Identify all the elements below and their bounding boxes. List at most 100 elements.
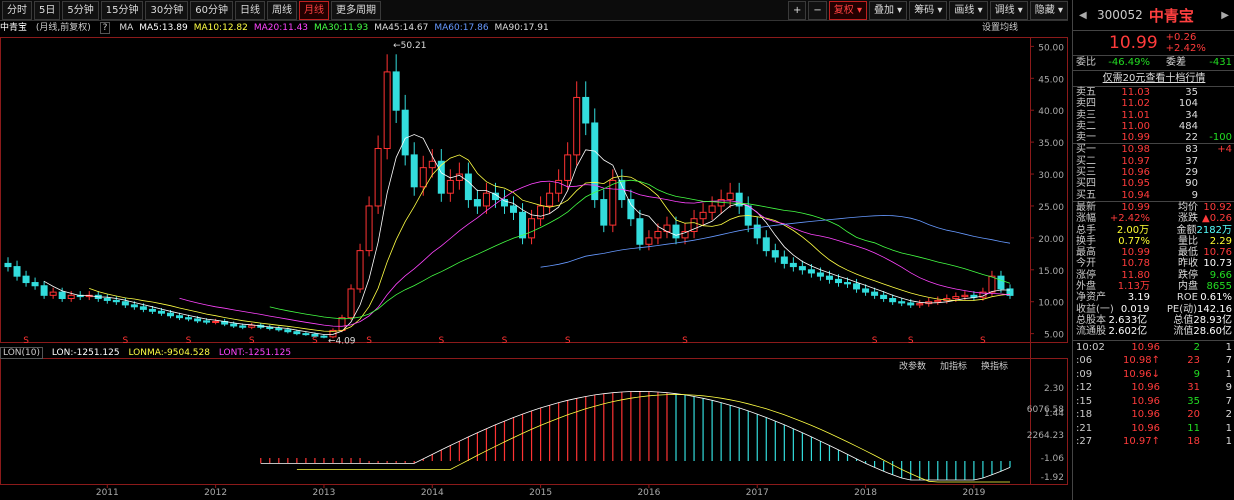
high-annotation: ←50.21 [393, 41, 426, 51]
ask-row-0-col1: 11.03 [1121, 87, 1150, 98]
candle-body [816, 272, 824, 277]
candle-body [248, 324, 256, 328]
ask-book: 卖五 11.03 35 卖四 11.02 104 卖三 11.01 34 卖二 11.00 484 卖一… [1073, 87, 1234, 143]
candle-body [482, 192, 490, 207]
stat-row-6-col1: 11.80 [1121, 269, 1150, 281]
stat-row-3-col1: 0.77% [1118, 235, 1150, 247]
lonma-line [296, 394, 1010, 483]
tick-vol: 18 [1187, 436, 1200, 448]
candle-body [148, 308, 156, 312]
year-label: 2012 [204, 488, 227, 498]
ask-row-3-col3 [1198, 121, 1232, 132]
candle-body [392, 71, 400, 111]
tick-row-1: :06 10.98↑ 23 7 [1073, 354, 1234, 368]
candle-body [13, 266, 21, 277]
tick-time: :21 [1076, 422, 1093, 434]
stat-row-7-col3: 8655 [1206, 281, 1232, 293]
tick-row-5: :18 10.96 20 2 [1073, 408, 1234, 422]
lon-line [260, 390, 1011, 481]
weibi-value: -46.49% [1108, 57, 1150, 68]
stat-row-8-col0: 净资产 [1076, 292, 1106, 304]
bid-row-4: 买五 10.94 9 [1073, 190, 1234, 201]
stat-row-10-col1: 2.633亿 [1108, 314, 1148, 326]
stat-row-7-col2: 内盘 [1178, 281, 1198, 293]
ask-row-1-col2: 104 [1178, 98, 1198, 110]
signal-marker: S [122, 336, 128, 346]
price-change: +0.26 [1165, 32, 1197, 43]
year-label: 2017 [746, 488, 769, 498]
price-axis-label: 15.00 [1038, 267, 1064, 277]
year-label: 2019 [962, 488, 985, 498]
candle-body [130, 304, 138, 308]
ask-row-0-col2: 35 [1185, 87, 1198, 98]
candle-body [672, 224, 680, 239]
tick-row-2: :09 10.96↓ 9 1 [1073, 368, 1234, 382]
quote-panel: ◀ 300052 中青宝 ▶ 10.99 +0.26 +2.42% 委比 -46… [1072, 0, 1234, 500]
candle-body [699, 211, 707, 220]
ask-row-1-col3 [1198, 98, 1232, 109]
ask-row-4-col1: 10.99 [1121, 132, 1150, 144]
stat-row-8-col1: 3.19 [1127, 292, 1150, 304]
stat-row-9-col2: PE(动) [1166, 303, 1197, 315]
stat-row-6-col2: 跌停 [1178, 269, 1198, 281]
candle-body [185, 317, 193, 320]
price-axis-label: 30.00 [1038, 171, 1064, 181]
tick-time: :06 [1076, 355, 1093, 367]
year-label: 2015 [529, 488, 552, 498]
change-param-button[interactable]: 改参数 [899, 360, 926, 374]
stat-row-8: 净资产 3.19 ROE 0.61% [1073, 292, 1234, 303]
ask-row-2-col0: 卖三 [1076, 109, 1096, 121]
stat-row-0-col3: 10.92 [1203, 201, 1232, 213]
candle-body [825, 275, 833, 280]
next-stock-icon[interactable]: ▶ [1221, 10, 1229, 21]
tick-count: 2 [1225, 409, 1232, 421]
stat-row-0-col1: 10.99 [1121, 201, 1150, 213]
ask-row-3-col2: 484 [1178, 120, 1198, 132]
stat-row-4-col1: 10.99 [1121, 247, 1150, 259]
candle-body [907, 302, 915, 306]
stat-row-2: 总手 2.00万 金额 2182万 [1073, 225, 1234, 236]
ma-line-5 [43, 134, 1010, 335]
candle-body [383, 71, 391, 150]
candle-body [591, 122, 599, 201]
ask-row-3: 卖二 11.00 484 [1073, 121, 1234, 132]
stat-row-2-col0: 总手 [1076, 224, 1096, 236]
candle-body [22, 275, 30, 284]
candle-body [708, 205, 716, 213]
bid-row-2-col3 [1198, 167, 1232, 178]
candle-body [771, 250, 779, 258]
tick-price: 10.96 [1131, 382, 1160, 394]
tick-row-7: :27 10.97↑ 18 1 [1073, 435, 1234, 449]
stat-row-10-col2: 总值 [1173, 314, 1194, 326]
tick-row-3: :12 10.96 31 9 [1073, 381, 1234, 395]
tick-time: 10:02 [1076, 341, 1105, 353]
tick-price: 10.96 [1131, 395, 1160, 407]
candle-body [275, 328, 283, 331]
signal-marker: S [980, 336, 986, 346]
stat-row-5-col3: 10.73 [1203, 258, 1232, 270]
switch-indicator-button[interactable]: 换指标 [981, 360, 1008, 374]
year-label: 2014 [421, 488, 444, 498]
prev-stock-icon[interactable]: ◀ [1079, 10, 1087, 21]
candle-body [780, 256, 788, 264]
ask-row-4: 卖一 10.99 22 -100 [1073, 132, 1234, 143]
tick-count: 1 [1225, 368, 1232, 380]
indicator-name[interactable]: LON(10) [0, 347, 43, 359]
stat-row-7-col0: 外盘 [1076, 281, 1096, 293]
tick-row-6: :21 10.96 11 1 [1073, 422, 1234, 436]
signal-marker: S [908, 336, 914, 346]
kline-chart[interactable]: 50.00 45.00 40.00 35.00 30.00 25.00 20.00 15.00… [0, 0, 1068, 500]
candle-body [4, 262, 12, 268]
add-indicator-button[interactable]: 加指标 [940, 360, 967, 374]
candle-body [347, 288, 355, 319]
tick-row-0: 10:02 10.96 2 1 [1073, 341, 1234, 355]
level2-link[interactable]: 仅需20元查看十档行情 [1103, 71, 1206, 86]
ask-row-1: 卖四 11.02 104 [1073, 98, 1234, 109]
stat-row-11-col2: 流值 [1173, 326, 1194, 338]
candle-body [834, 278, 842, 284]
bid-row-3: 买四 10.95 90 [1073, 178, 1234, 189]
candle-body [807, 269, 815, 274]
stats-table: 最新 10.99 均价 10.92 涨幅 +2.42% 涨跌 ▲0.26 总手 2.00万 金额 21… [1073, 200, 1234, 338]
candle-body [365, 205, 373, 252]
stat-row-11-col0: 流通股 [1076, 326, 1106, 338]
